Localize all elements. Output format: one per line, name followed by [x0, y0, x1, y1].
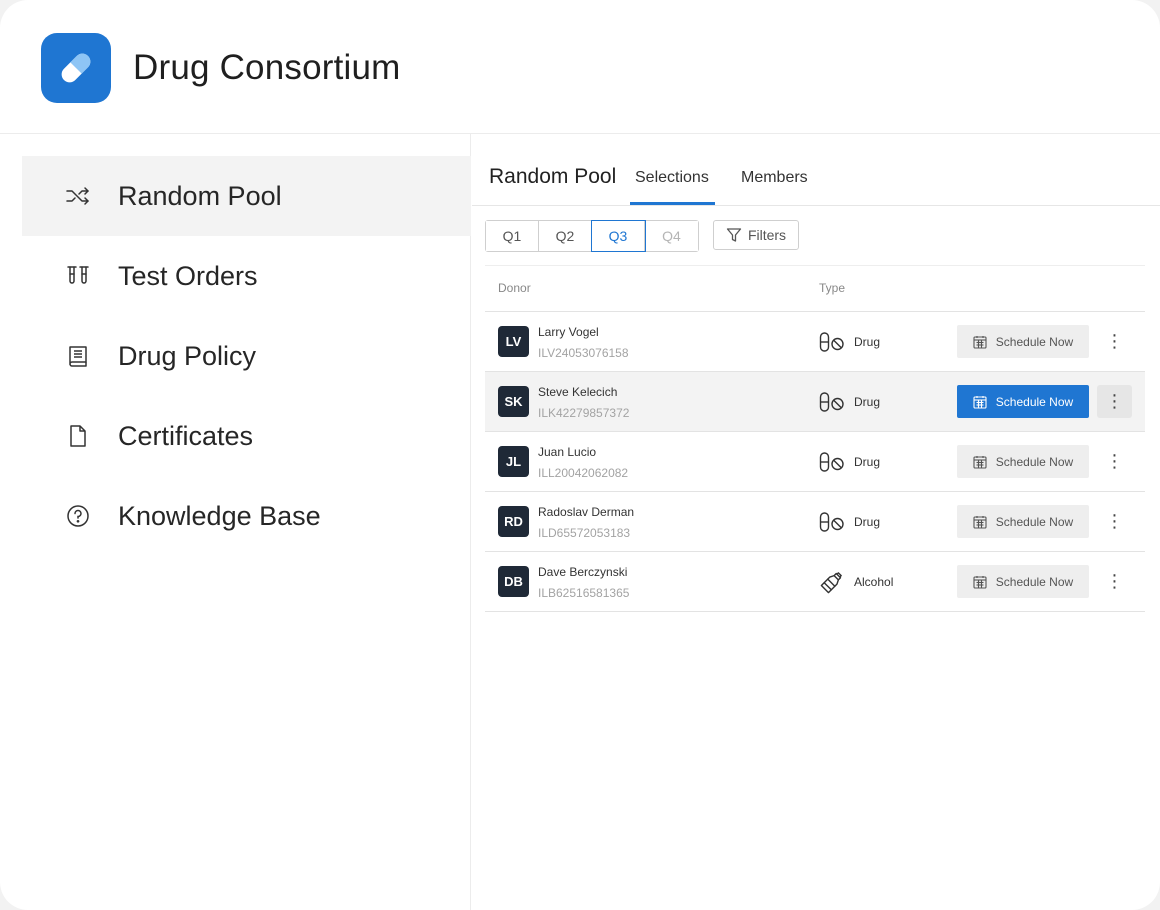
kebab-menu-icon: ⋮	[1105, 331, 1124, 351]
capsule-no-icon	[819, 332, 844, 352]
kebab-menu-icon: ⋮	[1105, 391, 1124, 411]
quarter-selector: Q1 Q2 Q3 Q4	[485, 220, 699, 252]
table-row[interactable]: DB Dave Berczynski ILB62516581365 Alcoho…	[485, 552, 1145, 612]
sidebar-item-test-orders[interactable]: Test Orders	[22, 236, 471, 316]
more-options-button[interactable]: ⋮	[1097, 565, 1132, 598]
type-label: Drug	[854, 455, 881, 469]
kebab-menu-icon: ⋮	[1105, 571, 1124, 591]
sidebar-item-random-pool[interactable]: Random Pool	[22, 156, 471, 236]
sidebar-item-drug-policy[interactable]: Drug Policy	[22, 316, 471, 396]
avatar: SK	[498, 386, 529, 417]
shuffle-icon	[65, 183, 91, 209]
selections-table: Donor Type LV Larry Vogel ILV24053076158…	[485, 265, 1145, 612]
document-icon	[65, 423, 91, 449]
more-options-button[interactable]: ⋮	[1097, 505, 1132, 538]
kebab-menu-icon: ⋮	[1105, 451, 1124, 471]
table-row[interactable]: JL Juan Lucio ILL20042062082 Drug Schedu…	[485, 432, 1145, 492]
calendar-icon	[973, 455, 987, 469]
sidebar: Random Pool Test Orders Drug Policy Cert…	[0, 134, 471, 910]
schedule-now-button[interactable]: Schedule Now	[957, 445, 1089, 478]
donor-name: Larry Vogel	[538, 325, 599, 339]
quarter-q3-button[interactable]: Q3	[591, 220, 646, 252]
filters-button[interactable]: Filters	[713, 220, 799, 250]
schedule-now-label: Schedule Now	[995, 514, 1074, 529]
donor-name: Dave Berczynski	[538, 565, 628, 579]
schedule-now-label: Schedule Now	[995, 334, 1074, 349]
type-label: Drug	[854, 515, 881, 529]
type-label: Drug	[854, 395, 881, 409]
sidebar-item-knowledge-base[interactable]: Knowledge Base	[22, 476, 471, 556]
app-header: Drug Consortium	[0, 0, 1160, 134]
help-circle-icon	[65, 503, 91, 529]
quarter-q2-button[interactable]: Q2	[539, 221, 592, 251]
column-header-type: Type	[819, 281, 846, 295]
donor-id: ILB62516581365	[538, 586, 630, 600]
sidebar-item-label: Drug Policy	[118, 340, 257, 371]
test-tubes-icon	[65, 263, 91, 289]
column-header-donor: Donor	[498, 281, 531, 295]
bottle-icon	[820, 572, 842, 594]
calendar-icon	[973, 335, 987, 349]
schedule-now-label: Schedule Now	[995, 454, 1074, 469]
table-row[interactable]: SK Steve Kelecich ILK42279857372 Drug Sc…	[485, 372, 1145, 432]
calendar-icon	[973, 575, 987, 589]
sidebar-item-label: Random Pool	[118, 180, 282, 211]
calendar-icon	[973, 515, 987, 529]
tab-selections[interactable]: Selections	[635, 169, 709, 187]
tab-members[interactable]: Members	[741, 169, 808, 187]
donor-name: Steve Kelecich	[538, 385, 618, 399]
type-label: Alcohol	[854, 575, 894, 589]
donor-name: Radoslav Derman	[538, 505, 635, 519]
schedule-now-button[interactable]: Schedule Now	[957, 505, 1089, 538]
table-header: Donor Type	[485, 265, 1145, 312]
avatar: RD	[498, 506, 529, 537]
capsule-no-icon	[819, 512, 844, 532]
capsule-no-icon	[819, 452, 844, 472]
donor-id: ILD65572053183	[538, 526, 631, 540]
avatar: DB	[498, 566, 529, 597]
calendar-icon	[973, 395, 987, 409]
schedule-now-button[interactable]: Schedule Now	[957, 385, 1089, 418]
quarter-q1-button[interactable]: Q1	[486, 221, 539, 251]
schedule-now-button[interactable]: Schedule Now	[957, 325, 1089, 358]
app-window: Drug Consortium Random Pool Test Orders	[0, 0, 1160, 910]
tabs-bar: Random Pool Selections Members	[472, 134, 1160, 206]
avatar: JL	[498, 446, 529, 477]
capsule-no-icon	[819, 392, 844, 412]
sidebar-item-label: Test Orders	[118, 260, 258, 291]
donor-id: ILK42279857372	[538, 406, 630, 420]
book-icon	[65, 343, 91, 369]
table-row[interactable]: LV Larry Vogel ILV24053076158 Drug Sched…	[485, 312, 1145, 372]
quarter-q4-button[interactable]: Q4	[645, 221, 698, 251]
active-tab-indicator	[630, 202, 715, 205]
sidebar-item-label: Certificates	[118, 420, 254, 451]
more-options-button[interactable]: ⋮	[1097, 325, 1132, 358]
more-options-button[interactable]: ⋮	[1097, 385, 1132, 418]
section-title: Random Pool	[489, 165, 617, 188]
main-panel: Random Pool Selections Members Q1 Q2 Q3 …	[472, 134, 1160, 910]
more-options-button[interactable]: ⋮	[1097, 445, 1132, 478]
sidebar-item-label: Knowledge Base	[118, 500, 321, 531]
donor-name: Juan Lucio	[538, 445, 597, 459]
schedule-now-button[interactable]: Schedule Now	[957, 565, 1089, 598]
schedule-now-label: Schedule Now	[995, 394, 1074, 409]
type-label: Drug	[854, 335, 881, 349]
pill-logo-icon	[41, 33, 111, 103]
kebab-menu-icon: ⋮	[1105, 511, 1124, 531]
sidebar-item-certificates[interactable]: Certificates	[22, 396, 471, 476]
donor-id: ILL20042062082	[538, 466, 629, 480]
table-row[interactable]: RD Radoslav Derman ILD65572053183 Drug S…	[485, 492, 1145, 552]
filter-icon	[726, 228, 742, 242]
avatar: LV	[498, 326, 529, 357]
filters-label: Filters	[747, 227, 787, 243]
donor-id: ILV24053076158	[538, 346, 629, 360]
app-title: Drug Consortium	[133, 48, 401, 87]
schedule-now-label: Schedule Now	[995, 574, 1074, 589]
